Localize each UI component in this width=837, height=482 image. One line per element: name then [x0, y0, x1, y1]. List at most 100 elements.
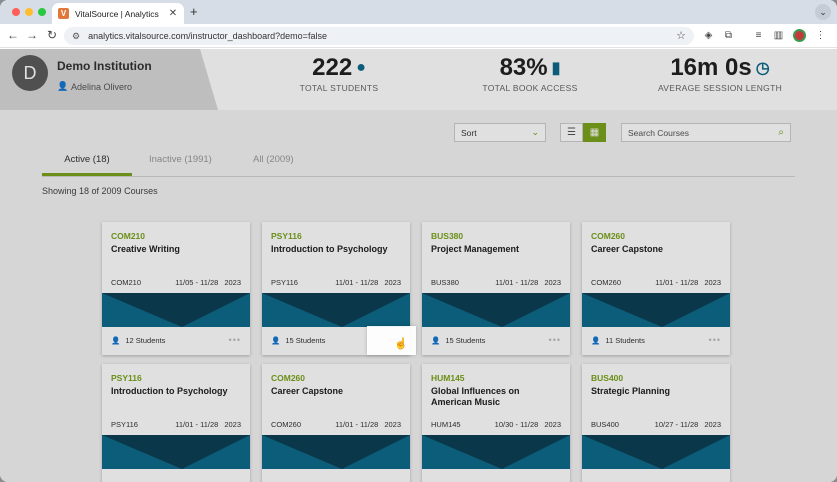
stat-total-students: 222 ● TOTAL STUDENTS: [289, 54, 389, 93]
stat-total-book-access: 83% ▮ TOTAL BOOK ACCESS: [475, 54, 585, 93]
more-options-icon[interactable]: •••: [549, 335, 561, 345]
course-card[interactable]: BUS380 Project Management BUS380 11/01 - 11…: [422, 222, 570, 355]
minimize-window-button[interactable]: [25, 8, 33, 16]
more-options-icon[interactable]: •••: [709, 335, 721, 345]
maximize-window-button[interactable]: [38, 8, 46, 16]
browser-menu-icon[interactable]: ⋮: [814, 29, 827, 42]
close-window-button[interactable]: [12, 8, 20, 16]
stat-label: TOTAL STUDENTS: [299, 83, 379, 93]
list-view-button[interactable]: ☰: [560, 123, 583, 142]
course-card[interactable]: COM260 Career Capstone COM260 11/01 - 11/28…: [262, 364, 410, 482]
meta-code: HUM145: [431, 420, 461, 429]
meta-code: COM260: [591, 278, 622, 287]
course-meta: COM260 11/01 - 11/28 2023: [271, 420, 401, 429]
course-year: 2023: [384, 278, 401, 287]
tab-bar: V VitalSource | Analytics ✕ + ⌄: [0, 0, 837, 24]
course-year: 2023: [224, 278, 241, 287]
sort-dropdown[interactable]: Sort ⌄: [454, 123, 546, 142]
institution-avatar: D: [12, 55, 48, 91]
course-meta: PSY116 11/01 - 11/28 2023: [111, 420, 241, 429]
card-banner: [422, 293, 570, 327]
meta-code: COM210: [111, 278, 142, 287]
stat-average-session-length: 16m 0s ◷ AVERAGE SESSION LENGTH: [655, 54, 785, 93]
stat-value: 222: [312, 54, 353, 81]
new-tab-icon[interactable]: +: [190, 4, 198, 19]
back-arrow-icon[interactable]: ←: [6, 28, 20, 42]
browser-tab[interactable]: V VitalSource | Analytics ✕: [52, 3, 184, 24]
student-count: 15 Students: [445, 335, 486, 345]
course-title: Career Capstone: [591, 244, 664, 254]
students-icon: 👤: [111, 335, 121, 345]
course-meta: PSY116 11/01 - 11/28 2023: [271, 278, 401, 287]
card-banner: [262, 435, 410, 469]
students-icon: 👤: [431, 335, 441, 345]
course-card[interactable]: COM210 Creative Writing COM210 11/05 - 11/2…: [102, 222, 250, 355]
student-count: 15 Students: [285, 335, 326, 345]
media-controls-icon[interactable]: ≡: [752, 29, 765, 42]
card-footer: 👤 11 Students •••: [591, 335, 721, 345]
profile-avatar-icon[interactable]: [793, 29, 806, 42]
extension-shield-icon[interactable]: ◈: [702, 29, 715, 42]
tab-all[interactable]: All (2009): [253, 154, 294, 173]
bookmark-star-icon[interactable]: ☆: [676, 29, 686, 42]
course-card[interactable]: BUS400 Strategic Planning BUS400 10/27 - 11…: [582, 364, 730, 482]
card-footer: 👤 12 Students •••: [111, 335, 241, 345]
search-input[interactable]: [628, 127, 779, 138]
reload-icon[interactable]: ↻: [45, 28, 59, 42]
site-settings-icon[interactable]: ⚙: [72, 31, 80, 42]
course-meta: COM260 11/01 - 11/28 2023: [591, 278, 721, 287]
tab-active[interactable]: Active (18): [42, 154, 132, 176]
course-card[interactable]: PSY116 Introduction to Psychology PSY116 11…: [102, 364, 250, 482]
stat-label: AVERAGE SESSION LENGTH: [657, 83, 783, 93]
course-dates: 10/30 - 11/28: [494, 420, 539, 429]
side-panel-icon[interactable]: ▥: [772, 29, 785, 42]
course-code: COM210: [111, 231, 146, 241]
institution-name: Demo Institution: [57, 59, 152, 73]
course-card[interactable]: COM260 Career Capstone COM260 11/01 - 11/28…: [582, 222, 730, 355]
address-bar[interactable]: ⚙ analytics.vitalsource.com/instructor_d…: [64, 27, 694, 45]
user-name: Adelina Olivero: [71, 82, 133, 92]
card-banner: [422, 435, 570, 469]
course-year: 2023: [544, 278, 561, 287]
course-year: 2023: [224, 420, 241, 429]
course-dates: 11/01 - 11/28: [495, 278, 539, 287]
search-courses-field[interactable]: ⌕: [621, 123, 791, 142]
student-count: 12 Students: [125, 335, 166, 345]
course-dates: 11/01 - 11/28: [335, 278, 379, 287]
chevron-down-icon: ⌄: [531, 127, 539, 137]
course-dates: 11/05 - 11/28: [175, 278, 219, 287]
tab-inactive[interactable]: Inactive (1991): [149, 154, 212, 173]
dashboard-page: D Demo Institution 👤 Adelina Olivero 222…: [0, 49, 837, 482]
url-text: analytics.vitalsource.com/instructor_das…: [88, 31, 327, 41]
course-dates: 11/01 - 11/28: [175, 420, 219, 429]
course-year: 2023: [544, 420, 561, 429]
course-year: 2023: [384, 420, 401, 429]
course-code: HUM145: [431, 373, 465, 383]
tab-search-chevron-icon[interactable]: ⌄: [815, 4, 831, 20]
grid-view-button[interactable]: ▦: [583, 123, 606, 142]
course-meta: HUM145 10/30 - 11/28 2023: [431, 420, 561, 429]
card-banner: [582, 293, 730, 327]
course-year: 2023: [704, 420, 721, 429]
course-code: COM260: [591, 231, 626, 241]
summary-header: D Demo Institution 👤 Adelina Olivero 222…: [0, 49, 837, 110]
list-icon: ☰: [567, 127, 576, 138]
forward-arrow-icon[interactable]: →: [25, 28, 39, 42]
course-card[interactable]: HUM145 Global Influences on American Musi…: [422, 364, 570, 482]
tab-title: VitalSource | Analytics: [75, 8, 159, 19]
course-code: PSY116: [111, 373, 142, 383]
search-icon[interactable]: ⌕: [778, 127, 784, 138]
course-title: Introduction to Psychology: [271, 244, 388, 254]
card-banner: [102, 435, 250, 469]
more-options-highlight[interactable]: [367, 326, 416, 355]
grid-icon: ▦: [589, 127, 600, 138]
showing-count: Showing 18 of 2009 Courses: [42, 186, 158, 196]
close-tab-icon[interactable]: ✕: [168, 8, 178, 19]
course-code: BUS380: [431, 231, 464, 241]
extensions-puzzle-icon[interactable]: ⧉: [722, 29, 735, 42]
course-title: Career Capstone: [271, 386, 344, 396]
more-options-icon[interactable]: •••: [229, 335, 241, 345]
student-count: 11 Students: [605, 335, 645, 345]
course-title: Project Management: [431, 244, 520, 254]
students-icon: 👤: [271, 335, 281, 345]
